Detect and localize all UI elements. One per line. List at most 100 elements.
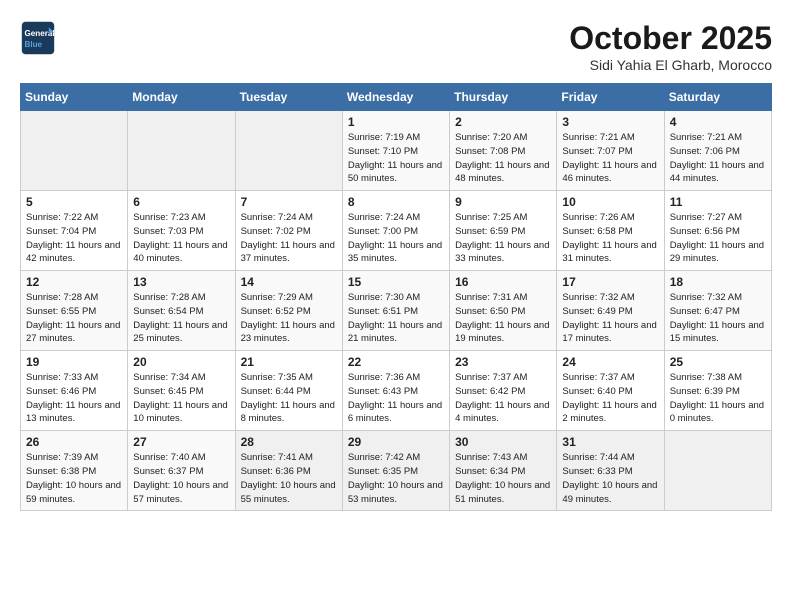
day-info: Sunrise: 7:28 AM Sunset: 6:55 PM Dayligh… (26, 291, 122, 346)
day-number: 24 (562, 355, 658, 369)
logo-icon: General Blue (20, 20, 56, 56)
svg-text:Blue: Blue (25, 40, 43, 49)
day-number: 12 (26, 275, 122, 289)
weekday-wednesday: Wednesday (342, 84, 449, 111)
day-info: Sunrise: 7:24 AM Sunset: 7:00 PM Dayligh… (348, 211, 444, 266)
calendar-cell: 10 Sunrise: 7:26 AM Sunset: 6:58 PM Dayli… (557, 191, 664, 271)
day-number: 25 (670, 355, 766, 369)
calendar-cell: 4 Sunrise: 7:21 AM Sunset: 7:06 PM Daylig… (664, 111, 771, 191)
day-number: 8 (348, 195, 444, 209)
calendar-cell: 8 Sunrise: 7:24 AM Sunset: 7:00 PM Daylig… (342, 191, 449, 271)
week-row-5: 26Sunrise: 7:39 AM Sunset: 6:38 PM Dayli… (21, 431, 772, 511)
calendar-cell: 17 Sunrise: 7:32 AM Sunset: 6:49 PM Dayli… (557, 271, 664, 351)
day-info: Sunrise: 7:33 AM Sunset: 6:46 PM Dayligh… (26, 371, 122, 426)
day-number: 5 (26, 195, 122, 209)
week-row-4: 19Sunrise: 7:33 AM Sunset: 6:46 PM Dayli… (21, 351, 772, 431)
day-info: Sunrise: 7:21 AM Sunset: 7:06 PM Dayligh… (670, 131, 766, 186)
day-info: Sunrise: 7:20 AM Sunset: 7:08 PM Dayligh… (455, 131, 551, 186)
header: General Blue October 2025 Sidi Yahia El … (20, 20, 772, 73)
day-number: 14 (241, 275, 337, 289)
day-number: 13 (133, 275, 229, 289)
week-row-3: 12 Sunrise: 7:28 AM Sunset: 6:55 PM Dayli… (21, 271, 772, 351)
calendar-cell: 30 Sunrise: 7:43 AM Sunset: 6:34 PM Dayli… (450, 431, 557, 511)
day-info: Sunrise: 7:32 AM Sunset: 6:47 PM Dayligh… (670, 291, 766, 346)
day-info: Sunrise: 7:37 AM Sunset: 6:42 PM Dayligh… (455, 371, 551, 426)
calendar-cell: 31Sunrise: 7:44 AM Sunset: 6:33 PM Dayli… (557, 431, 664, 511)
calendar-cell: 18 Sunrise: 7:32 AM Sunset: 6:47 PM Dayli… (664, 271, 771, 351)
calendar-cell: 2 Sunrise: 7:20 AM Sunset: 7:08 PM Daylig… (450, 111, 557, 191)
calendar-cell: 22 Sunrise: 7:36 AM Sunset: 6:43 PM Dayli… (342, 351, 449, 431)
day-info: Sunrise: 7:44 AM Sunset: 6:33 PM Dayligh… (562, 451, 658, 506)
day-info: Sunrise: 7:24 AM Sunset: 7:02 PM Dayligh… (241, 211, 337, 266)
week-row-2: 5 Sunrise: 7:22 AM Sunset: 7:04 PM Daylig… (21, 191, 772, 271)
day-number: 16 (455, 275, 551, 289)
day-number: 23 (455, 355, 551, 369)
day-info: Sunrise: 7:21 AM Sunset: 7:07 PM Dayligh… (562, 131, 658, 186)
day-info: Sunrise: 7:19 AM Sunset: 7:10 PM Dayligh… (348, 131, 444, 186)
day-number: 17 (562, 275, 658, 289)
weekday-header-row: SundayMondayTuesdayWednesdayThursdayFrid… (21, 84, 772, 111)
day-number: 22 (348, 355, 444, 369)
calendar-cell: 23 Sunrise: 7:37 AM Sunset: 6:42 PM Dayli… (450, 351, 557, 431)
calendar-table: SundayMondayTuesdayWednesdayThursdayFrid… (20, 83, 772, 511)
day-info: Sunrise: 7:41 AM Sunset: 6:36 PM Dayligh… (241, 451, 337, 506)
weekday-saturday: Saturday (664, 84, 771, 111)
day-number: 30 (455, 435, 551, 449)
calendar-cell: 27 Sunrise: 7:40 AM Sunset: 6:37 PM Dayli… (128, 431, 235, 511)
day-number: 6 (133, 195, 229, 209)
calendar-cell: 25 Sunrise: 7:38 AM Sunset: 6:39 PM Dayli… (664, 351, 771, 431)
calendar-cell: 11 Sunrise: 7:27 AM Sunset: 6:56 PM Dayli… (664, 191, 771, 271)
location-subtitle: Sidi Yahia El Gharb, Morocco (569, 57, 772, 73)
day-number: 10 (562, 195, 658, 209)
calendar-cell: 14Sunrise: 7:29 AM Sunset: 6:52 PM Dayli… (235, 271, 342, 351)
day-number: 21 (241, 355, 337, 369)
day-number: 15 (348, 275, 444, 289)
day-number: 26 (26, 435, 122, 449)
calendar-cell: 5 Sunrise: 7:22 AM Sunset: 7:04 PM Daylig… (21, 191, 128, 271)
calendar-cell: 21Sunrise: 7:35 AM Sunset: 6:44 PM Dayli… (235, 351, 342, 431)
calendar-cell: 1 Sunrise: 7:19 AM Sunset: 7:10 PM Daylig… (342, 111, 449, 191)
month-title: October 2025 (569, 20, 772, 57)
day-info: Sunrise: 7:40 AM Sunset: 6:37 PM Dayligh… (133, 451, 229, 506)
day-info: Sunrise: 7:22 AM Sunset: 7:04 PM Dayligh… (26, 211, 122, 266)
day-number: 2 (455, 115, 551, 129)
day-number: 7 (241, 195, 337, 209)
calendar-cell: 20Sunrise: 7:34 AM Sunset: 6:45 PM Dayli… (128, 351, 235, 431)
weekday-sunday: Sunday (21, 84, 128, 111)
calendar-cell: 12 Sunrise: 7:28 AM Sunset: 6:55 PM Dayli… (21, 271, 128, 351)
day-info: Sunrise: 7:25 AM Sunset: 6:59 PM Dayligh… (455, 211, 551, 266)
day-info: Sunrise: 7:43 AM Sunset: 6:34 PM Dayligh… (455, 451, 551, 506)
day-info: Sunrise: 7:23 AM Sunset: 7:03 PM Dayligh… (133, 211, 229, 266)
calendar-cell (664, 431, 771, 511)
day-number: 27 (133, 435, 229, 449)
day-info: Sunrise: 7:28 AM Sunset: 6:54 PM Dayligh… (133, 291, 229, 346)
day-number: 4 (670, 115, 766, 129)
weekday-tuesday: Tuesday (235, 84, 342, 111)
day-number: 18 (670, 275, 766, 289)
day-info: Sunrise: 7:27 AM Sunset: 6:56 PM Dayligh… (670, 211, 766, 266)
day-info: Sunrise: 7:26 AM Sunset: 6:58 PM Dayligh… (562, 211, 658, 266)
day-number: 1 (348, 115, 444, 129)
calendar-body: 1 Sunrise: 7:19 AM Sunset: 7:10 PM Daylig… (21, 111, 772, 511)
weekday-monday: Monday (128, 84, 235, 111)
calendar-cell: 15 Sunrise: 7:30 AM Sunset: 6:51 PM Dayli… (342, 271, 449, 351)
day-number: 29 (348, 435, 444, 449)
week-row-1: 1 Sunrise: 7:19 AM Sunset: 7:10 PM Daylig… (21, 111, 772, 191)
calendar-cell: 6 Sunrise: 7:23 AM Sunset: 7:03 PM Daylig… (128, 191, 235, 271)
weekday-thursday: Thursday (450, 84, 557, 111)
day-info: Sunrise: 7:38 AM Sunset: 6:39 PM Dayligh… (670, 371, 766, 426)
day-info: Sunrise: 7:37 AM Sunset: 6:40 PM Dayligh… (562, 371, 658, 426)
calendar-cell (21, 111, 128, 191)
day-info: Sunrise: 7:30 AM Sunset: 6:51 PM Dayligh… (348, 291, 444, 346)
day-number: 11 (670, 195, 766, 209)
calendar-cell: 7 Sunrise: 7:24 AM Sunset: 7:02 PM Daylig… (235, 191, 342, 271)
calendar-cell: 24 Sunrise: 7:37 AM Sunset: 6:40 PM Dayli… (557, 351, 664, 431)
day-info: Sunrise: 7:36 AM Sunset: 6:43 PM Dayligh… (348, 371, 444, 426)
day-number: 9 (455, 195, 551, 209)
calendar-cell (235, 111, 342, 191)
day-info: Sunrise: 7:32 AM Sunset: 6:49 PM Dayligh… (562, 291, 658, 346)
calendar-cell: 26Sunrise: 7:39 AM Sunset: 6:38 PM Dayli… (21, 431, 128, 511)
calendar-cell: 3 Sunrise: 7:21 AM Sunset: 7:07 PM Daylig… (557, 111, 664, 191)
calendar-cell: 19Sunrise: 7:33 AM Sunset: 6:46 PM Dayli… (21, 351, 128, 431)
day-number: 3 (562, 115, 658, 129)
